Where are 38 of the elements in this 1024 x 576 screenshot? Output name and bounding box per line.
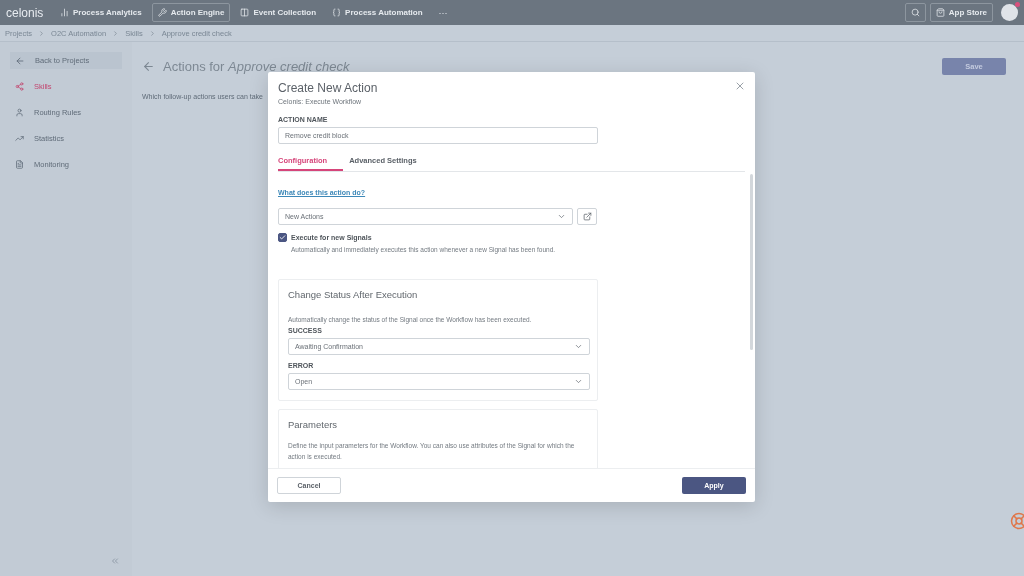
bag-icon xyxy=(935,8,945,17)
chevron-icon xyxy=(38,29,46,37)
more-menu[interactable]: ··· xyxy=(438,7,448,18)
dialog-title: Create New Action xyxy=(278,81,378,95)
lifebuoy-icon[interactable] xyxy=(1010,512,1024,530)
nav-icon xyxy=(60,8,69,17)
nav-tab[interactable]: Process Automation xyxy=(326,3,429,22)
app-store-button[interactable]: App Store xyxy=(929,3,993,22)
collapse-icon[interactable] xyxy=(110,556,120,566)
search-icon xyxy=(910,8,920,17)
chevron-icon xyxy=(148,29,156,37)
sidebar-icon xyxy=(15,107,24,117)
chevron-icon xyxy=(112,29,120,37)
scrollbar[interactable] xyxy=(750,174,753,350)
card-title: Parameters xyxy=(288,418,339,430)
sidebar-icon xyxy=(15,159,24,169)
external-link-icon xyxy=(582,212,592,221)
nav-icon xyxy=(240,8,250,17)
check-icon xyxy=(279,234,286,241)
user-avatar[interactable] xyxy=(1001,4,1018,21)
page-title: Actions for Approve credit check xyxy=(163,59,350,74)
notification-dot xyxy=(1015,2,1020,7)
sidebar-icon xyxy=(15,81,24,91)
nav-tab[interactable]: Process Analytics xyxy=(54,3,148,22)
nav-tab[interactable]: Action Engine xyxy=(151,3,231,22)
sidebar-icon xyxy=(15,133,24,143)
nav-icon xyxy=(157,8,167,17)
card-title: Change Status After Execution xyxy=(288,289,419,300)
search-button[interactable] xyxy=(904,3,926,22)
nav-tab[interactable]: Event Collection xyxy=(234,3,323,22)
back-arrow-icon xyxy=(15,55,25,66)
open-external-button[interactable] xyxy=(577,208,597,225)
close-icon[interactable] xyxy=(734,80,746,92)
chevron-down-icon xyxy=(557,212,566,221)
back-arrow-icon[interactable] xyxy=(142,60,155,73)
nav-icon xyxy=(332,8,342,17)
checkbox[interactable] xyxy=(278,233,287,242)
logo: celonis xyxy=(6,5,45,20)
